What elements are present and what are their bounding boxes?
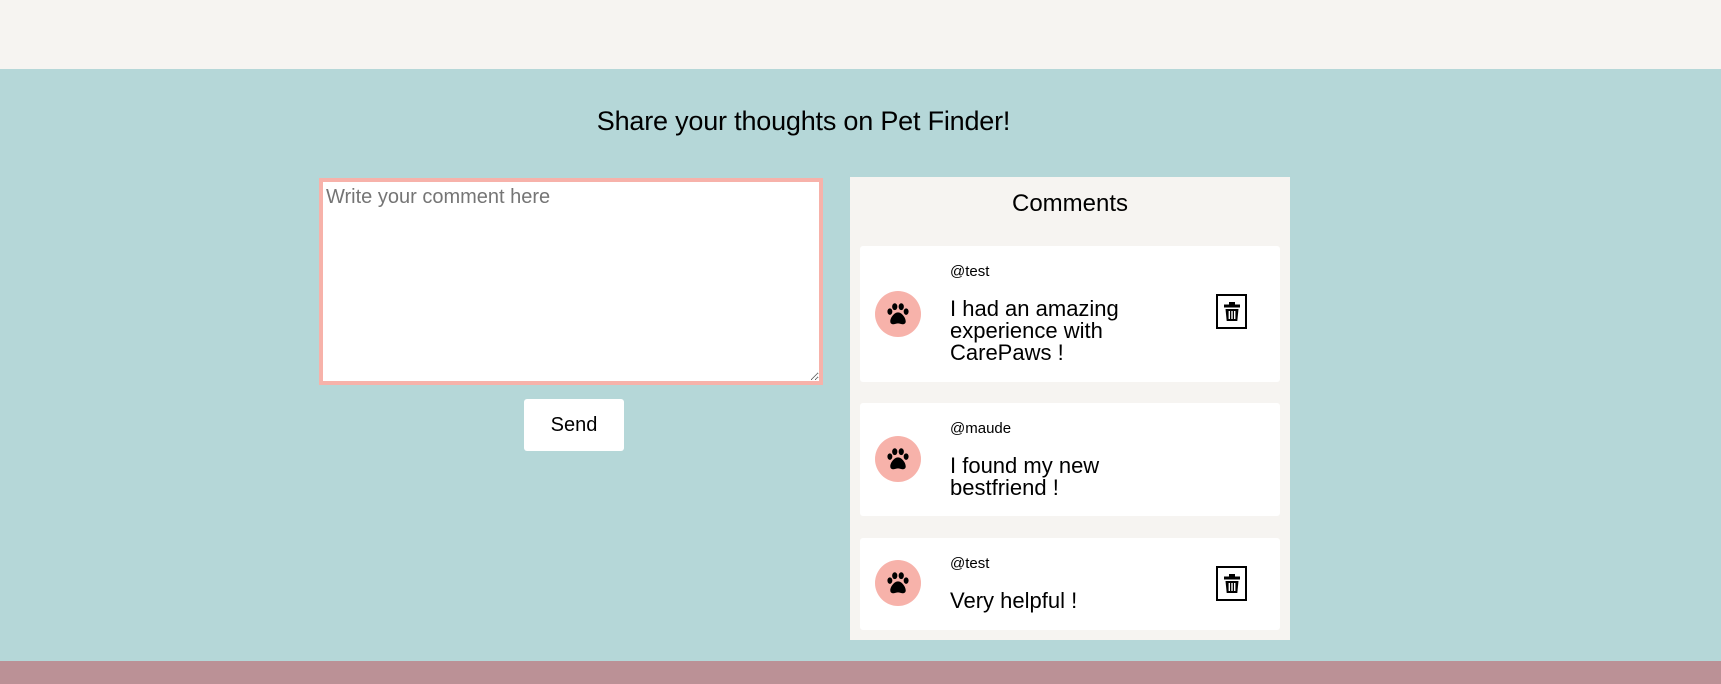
comment-text: Very helpful ! [950, 588, 1078, 613]
comment-input[interactable] [319, 178, 823, 385]
paw-icon [875, 291, 921, 337]
comment-username: @test [950, 263, 990, 280]
paw-icon [875, 560, 921, 606]
send-button[interactable]: Send [524, 399, 624, 451]
comment-username: @test [950, 555, 990, 572]
comment-card: @maude I found my new bestfriend ! [860, 403, 1280, 516]
paw-icon [875, 436, 921, 482]
comment-text: I found my new bestfriend ! [950, 453, 1100, 500]
page-title: Share your thoughts on Pet Finder! [596, 106, 1011, 136]
delete-comment-button[interactable] [1216, 294, 1247, 329]
delete-comment-button[interactable] [1216, 566, 1247, 601]
trash-icon [1223, 302, 1240, 321]
trash-icon [1223, 574, 1240, 593]
footer-band [0, 661, 1721, 684]
comment-card: @test Very helpful ! [860, 538, 1280, 630]
top-bar [0, 0, 1721, 69]
comment-text: I had an amazing experience with CarePaw… [950, 296, 1119, 365]
comment-card: @test I had an amazing experience with C… [860, 246, 1280, 382]
comments-title: Comments [1011, 190, 1129, 217]
comment-username: @maude [950, 420, 1012, 437]
comments-panel: Comments @test I had an amazing experien… [850, 177, 1290, 640]
